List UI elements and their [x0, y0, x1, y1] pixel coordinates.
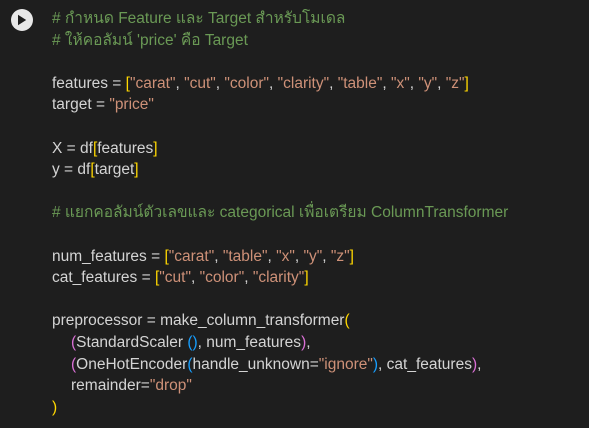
code-line: (OneHotEncoder(handle_unknown="ignore"),…: [52, 354, 589, 376]
code-token: ,: [214, 247, 223, 265]
code-line: ): [52, 397, 589, 419]
code-token: ,: [244, 269, 253, 287]
code-token: ,: [322, 247, 331, 265]
code-token: y = df: [52, 161, 91, 179]
code-token: ,: [477, 355, 482, 373]
code-token: cat_features =: [52, 269, 155, 287]
code-line: # ให้คอลัมน์ 'price' คือ Target: [52, 30, 589, 52]
code-line: cat_features = ["cut", "color", "clarity…: [52, 267, 589, 289]
code-line: preprocessor = make_column_transformer(: [52, 310, 589, 332]
code-token: ): [52, 398, 58, 416]
code-token: handle_unknown=: [192, 355, 319, 373]
code-token: ]: [134, 161, 139, 179]
play-icon: [18, 14, 27, 26]
code-string: "color": [199, 269, 245, 287]
code-token: remainder=: [71, 377, 150, 395]
code-line: y = df[target]: [52, 159, 589, 181]
code-token: , num_features: [197, 333, 302, 351]
code-editor[interactable]: # กำหนด Feature และ Target สำหรับโมเดล # …: [52, 8, 589, 418]
code-token: ,: [437, 74, 446, 92]
code-token: ,: [382, 74, 391, 92]
code-token: ,: [190, 269, 200, 287]
code-string: "y": [418, 74, 438, 92]
code-string: "z": [445, 74, 465, 92]
code-line: target = "price": [52, 94, 589, 116]
code-token: ,: [306, 333, 311, 351]
code-string: "x": [276, 247, 295, 265]
code-line: X = df[features]: [52, 138, 589, 160]
code-comment: # ให้คอลัมน์ 'price' คือ Target: [52, 31, 248, 49]
code-string: "y": [303, 247, 323, 265]
code-string: "clarity": [252, 269, 305, 287]
code-token: ,: [329, 74, 338, 92]
code-comment: # กำหนด Feature และ Target สำหรับโมเดล: [52, 10, 346, 27]
code-comment: # แยกคอลัมน์ตัวเลขและ categorical เพื่อเ…: [52, 204, 509, 222]
code-token: , cat_features: [378, 355, 472, 373]
code-line: # แยกคอลัมน์ตัวเลขและ categorical เพื่อเ…: [52, 202, 589, 224]
code-token: ,: [294, 247, 304, 265]
code-token: preprocessor = make_column_transformer: [52, 312, 345, 330]
code-token: ]: [464, 74, 469, 92]
code-token: ,: [269, 74, 278, 92]
code-token: target: [94, 161, 135, 179]
code-token: StandardScaler: [76, 333, 188, 351]
code-token: ]: [304, 269, 309, 287]
code-token: ]: [153, 139, 158, 157]
code-cell[interactable]: # กำหนด Feature และ Target สำหรับโมเดล # …: [0, 0, 589, 428]
code-token: ,: [267, 247, 277, 265]
code-line: num_features = ["carat", "table", "x", "…: [52, 246, 589, 268]
code-line: # กำหนด Feature และ Target สำหรับโมเดล: [52, 8, 589, 30]
code-token: features: [97, 139, 154, 157]
code-string: "clarity": [277, 74, 330, 92]
code-line: features = ["carat", "cut", "color", "cl…: [52, 73, 589, 95]
code-string: "carat": [129, 74, 176, 92]
code-token: target =: [52, 96, 110, 114]
code-string: "cut": [159, 269, 191, 287]
code-string: "ignore": [318, 355, 373, 373]
code-token: ]: [349, 247, 354, 265]
code-string: "z": [330, 247, 350, 265]
code-token: (): [187, 333, 198, 351]
code-string: "color": [224, 74, 269, 92]
code-string: "x": [390, 74, 410, 92]
code-token: X = df: [52, 139, 93, 157]
code-token: features =: [52, 74, 126, 92]
code-string: "table": [337, 74, 383, 92]
code-token: OneHotEncoder: [76, 355, 188, 373]
code-string: "price": [109, 96, 154, 114]
code-string: "carat": [168, 247, 215, 265]
code-string: "cut": [184, 74, 216, 92]
code-string: "table": [222, 247, 268, 265]
code-token: ,: [175, 74, 185, 92]
code-token: (: [344, 312, 350, 330]
code-string: "drop": [149, 377, 192, 395]
code-line: remainder="drop": [52, 375, 589, 397]
code-line: (StandardScaler (), num_features),: [52, 332, 589, 354]
code-token: num_features =: [52, 247, 165, 265]
run-cell-button[interactable]: [11, 9, 33, 31]
